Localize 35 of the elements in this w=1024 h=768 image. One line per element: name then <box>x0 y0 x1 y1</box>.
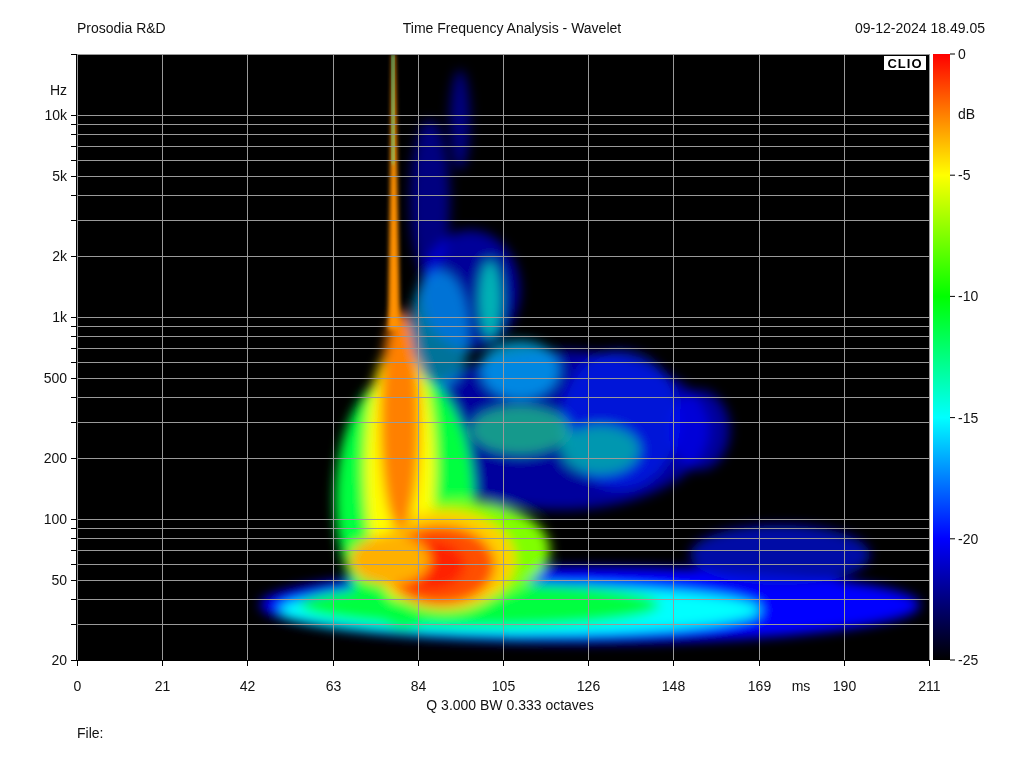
chart-title: Time Frequency Analysis - Wavelet <box>402 20 622 36</box>
axis-tick-label: 169 <box>747 678 772 694</box>
axis-tick-label: 50 <box>51 571 67 588</box>
axis-tick-label: 0 <box>73 678 82 694</box>
axis-tick-label: 63 <box>325 678 342 694</box>
axis-tick-label: 190 <box>832 678 857 694</box>
axis-tick-label: 100 <box>43 510 67 527</box>
company-name: Prosodia R&D <box>77 20 166 36</box>
axis-unit-label: ms <box>791 678 811 694</box>
axis-tick-label: 148 <box>661 678 686 694</box>
colorbar-tick-label: -15 <box>958 409 979 426</box>
colorbar-unit-label: dB <box>958 106 976 122</box>
colorbar-tick-label: -5 <box>958 167 971 184</box>
axis-tick-label: 500 <box>43 369 67 386</box>
axis-tick-label: 105 <box>491 678 516 694</box>
axis-tick-label: 211 <box>918 678 941 694</box>
colorbar-tick-label: 0 <box>958 46 966 62</box>
colorbar-tick-label: -10 <box>958 288 979 305</box>
axis-tick-label: 5k <box>52 167 67 184</box>
timestamp: 09-12-2024 18.49.05 <box>855 20 985 36</box>
file-label: File: <box>77 725 104 741</box>
axis-unit-label: Hz <box>49 82 67 98</box>
axis-tick-label: 84 <box>410 678 427 694</box>
colorbar-tick-label: -25 <box>958 652 979 668</box>
axis-tick-label: 21 <box>154 678 171 694</box>
axis-tick-label: 42 <box>239 678 256 694</box>
axis-tick-label: 10k <box>44 106 67 123</box>
axis-tick-label: 200 <box>43 450 67 466</box>
analysis-caption: Q 3.000 BW 0.333 octaves <box>426 697 594 713</box>
axis-tick-label: 1k <box>52 308 67 325</box>
axis-tick-label: 20 <box>51 652 67 668</box>
logo: CLIO <box>884 56 926 71</box>
colorbar-tick-label: -20 <box>958 530 979 547</box>
axis-tick-label: 2k <box>52 248 67 264</box>
axis-tick-label: 126 <box>576 678 601 694</box>
